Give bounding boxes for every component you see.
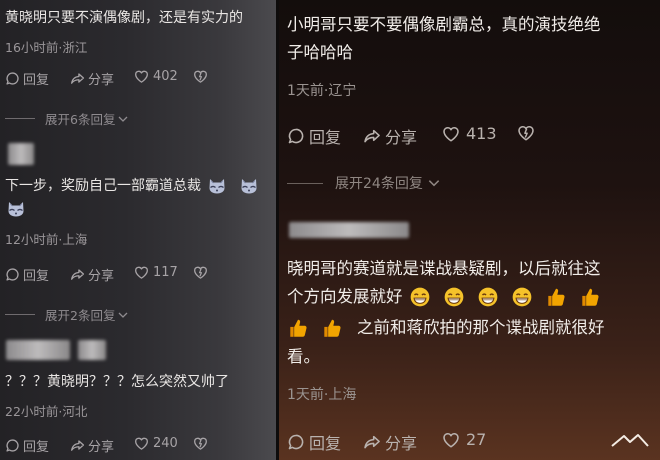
comment-text-content: 之前和蒋欣拍的那个谍战剧就很好 xyxy=(357,318,605,337)
share-icon xyxy=(363,127,381,145)
dislike-icon xyxy=(517,124,535,142)
like-icon xyxy=(442,125,460,143)
chevron-down-icon xyxy=(117,309,129,321)
like-count: 402 xyxy=(153,69,178,84)
expand-replies-label: 展开2条回复 xyxy=(45,308,116,323)
cat-face-emoji xyxy=(207,176,227,196)
like-icon xyxy=(134,436,149,451)
share-button[interactable]: 分享 xyxy=(70,436,114,455)
share-icon xyxy=(70,71,85,86)
reply-label: 回复 xyxy=(309,434,342,453)
chevron-down-icon xyxy=(427,176,441,190)
share-label: 分享 xyxy=(385,434,418,453)
avatar-blurred xyxy=(8,143,34,165)
like-icon xyxy=(442,431,460,449)
comment-text-content: 个方向发展就好 xyxy=(287,287,403,306)
reply-button[interactable]: 回复 xyxy=(5,69,49,88)
watermark-logo xyxy=(611,434,649,447)
comment-text: 下一步，奖励自己一部霸道总裁 xyxy=(5,176,259,196)
expand-replies-label: 展开24条回复 xyxy=(335,176,423,192)
comment-meta: 12小时前·上海 xyxy=(5,232,88,247)
comment-text-line: 子哈哈哈 xyxy=(287,43,353,62)
like-icon xyxy=(134,265,149,280)
comment-text: ？？？黄晓明？？？怎么突然又帅了 xyxy=(5,374,229,390)
thumbs-up-emoji xyxy=(321,317,343,339)
reply-icon xyxy=(287,433,305,451)
dislike-button[interactable] xyxy=(193,436,208,451)
share-button[interactable]: 分享 xyxy=(363,430,417,454)
dislike-button[interactable] xyxy=(193,69,208,84)
dislike-icon xyxy=(193,69,208,84)
comment-meta: 1天前·辽宁 xyxy=(287,83,357,99)
reply-icon xyxy=(5,267,20,282)
share-label: 分享 xyxy=(88,440,115,455)
like-button[interactable]: 117 xyxy=(134,265,178,280)
expand-replies-label: 展开6条回复 xyxy=(45,112,116,127)
expand-replies-button[interactable]: 展开24条回复 xyxy=(287,173,441,193)
expand-replies-button[interactable]: 展开2条回复 xyxy=(5,305,129,324)
username-blurred xyxy=(289,222,409,238)
share-icon xyxy=(70,267,85,282)
comment-text-content: 下一步，奖励自己一部霸道总裁 xyxy=(5,178,201,194)
username-blurred xyxy=(6,340,70,360)
grin-emoji xyxy=(443,286,465,308)
chevron-down-icon xyxy=(117,113,129,125)
like-button[interactable]: 402 xyxy=(134,69,178,84)
reply-label: 回复 xyxy=(309,128,342,147)
share-label: 分享 xyxy=(88,73,115,88)
like-button[interactable]: 413 xyxy=(442,124,497,143)
reply-button[interactable]: 回复 xyxy=(287,124,341,148)
comment-text-line: 小明哥只要不要偶像剧霸总，真的演技绝绝 xyxy=(287,15,601,34)
share-button[interactable]: 分享 xyxy=(363,124,417,148)
username-blurred xyxy=(78,340,106,360)
comment-text-line: 个方向发展就好 xyxy=(287,284,601,310)
dislike-icon xyxy=(193,265,208,280)
like-count: 117 xyxy=(153,265,178,280)
comment-text-line: 之前和蒋欣拍的那个谍战剧就很好 xyxy=(287,315,605,341)
share-label: 分享 xyxy=(385,128,418,147)
like-count: 413 xyxy=(466,124,497,143)
left-comment-panel: 黄晓明只要不演偶像剧，还是有实力的 16小时前·浙江 回复 分享 402 展开6… xyxy=(0,0,276,460)
thumbs-up-emoji xyxy=(287,317,309,339)
comment-text-line: 看。 xyxy=(287,347,320,366)
like-count: 240 xyxy=(153,436,178,451)
like-icon xyxy=(134,69,149,84)
comment-meta: 1天前·上海 xyxy=(287,387,357,403)
comment-text: 黄晓明只要不演偶像剧，还是有实力的 xyxy=(5,10,243,26)
reply-button[interactable]: 回复 xyxy=(287,430,341,454)
reply-icon xyxy=(5,71,20,86)
reply-label: 回复 xyxy=(23,73,50,88)
comment-meta: 16小时前·浙江 xyxy=(5,40,88,55)
share-icon xyxy=(70,438,85,453)
reply-icon xyxy=(287,127,305,145)
thumbs-up-emoji xyxy=(579,286,601,308)
dislike-button[interactable] xyxy=(193,265,208,280)
reply-button[interactable]: 回复 xyxy=(5,436,49,455)
grin-emoji xyxy=(477,286,499,308)
share-label: 分享 xyxy=(88,269,115,284)
reply-button[interactable]: 回复 xyxy=(5,265,49,284)
cat-face-emoji xyxy=(239,176,259,196)
share-button[interactable]: 分享 xyxy=(70,69,114,88)
reply-label: 回复 xyxy=(23,269,50,284)
dislike-button[interactable] xyxy=(517,124,535,142)
like-button[interactable]: 27 xyxy=(442,430,486,449)
grin-emoji xyxy=(511,286,533,308)
right-comment-panel: 小明哥只要不要偶像剧霸总，真的演技绝绝 子哈哈哈 1天前·辽宁 回复 分享 41… xyxy=(279,0,660,460)
share-button[interactable]: 分享 xyxy=(70,265,114,284)
comment-text-line: 晓明哥的赛道就是谍战悬疑剧，以后就往这 xyxy=(287,259,601,278)
reply-icon xyxy=(5,438,20,453)
like-button[interactable]: 240 xyxy=(134,436,178,451)
reply-label: 回复 xyxy=(23,440,50,455)
thumbs-up-emoji xyxy=(545,286,567,308)
cat-face-emoji xyxy=(6,199,26,219)
share-icon xyxy=(363,433,381,451)
expand-replies-button[interactable]: 展开6条回复 xyxy=(5,109,129,128)
grin-emoji xyxy=(409,286,431,308)
dislike-icon xyxy=(193,436,208,451)
comment-meta: 22小时前·河北 xyxy=(5,404,88,419)
like-count: 27 xyxy=(466,430,487,449)
